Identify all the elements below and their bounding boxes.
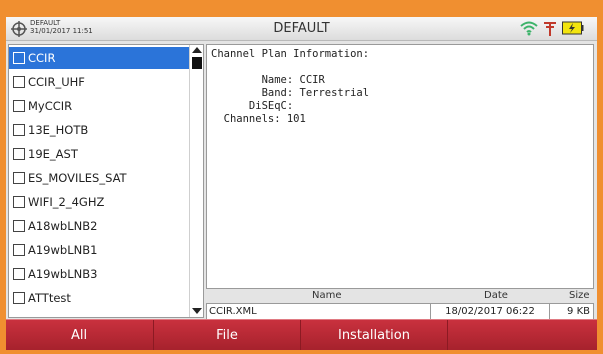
battery-icon bbox=[562, 21, 584, 35]
checkbox[interactable] bbox=[13, 124, 25, 136]
checkbox[interactable] bbox=[13, 220, 25, 232]
channel-plan-info-panel: Channel Plan Information: Name: CCIR Ban… bbox=[206, 44, 594, 289]
list-item-label: A18wbLNB2 bbox=[28, 219, 98, 233]
column-name-header: Name bbox=[312, 290, 342, 301]
screen-title: DEFAULT bbox=[273, 21, 330, 36]
list-item-label: WIFI_2_4GHZ bbox=[28, 195, 105, 209]
file-name: CCIR.XML bbox=[209, 306, 257, 317]
table-row[interactable]: CCIR.XML 18/02/2017 06:22 9 KB bbox=[206, 303, 594, 320]
softkey-installation-button[interactable]: Installation bbox=[300, 320, 447, 350]
list-item[interactable]: ATTtest bbox=[9, 287, 189, 309]
antenna-icon bbox=[544, 22, 556, 36]
list-item-label: ES_MOVILES_SAT bbox=[28, 171, 127, 185]
list-item-label: 19E_AST bbox=[28, 147, 78, 161]
checkbox[interactable] bbox=[13, 52, 25, 64]
checkbox[interactable] bbox=[13, 148, 25, 160]
softkey-empty-button[interactable] bbox=[447, 320, 594, 350]
checkbox[interactable] bbox=[13, 172, 25, 184]
checkbox[interactable] bbox=[13, 292, 25, 304]
softkey-all-button[interactable]: All bbox=[6, 320, 152, 350]
list-item[interactable]: 13E_HOTB bbox=[9, 119, 189, 141]
list-item-label: 13E_HOTB bbox=[28, 123, 89, 137]
softkey-bar: All File Installation bbox=[6, 319, 597, 350]
checkbox[interactable] bbox=[13, 100, 25, 112]
list-item[interactable]: CCIR_UHF bbox=[9, 71, 189, 93]
list-item[interactable]: CCIR bbox=[9, 47, 189, 69]
scroll-up-icon[interactable] bbox=[192, 47, 202, 53]
list-item[interactable]: ES_MOVILES_SAT bbox=[9, 167, 189, 189]
list-item[interactable]: WIFI_2_4GHZ bbox=[9, 191, 189, 213]
checkbox[interactable] bbox=[13, 268, 25, 280]
checkbox[interactable] bbox=[13, 244, 25, 256]
list-item[interactable]: A19wbLNB1 bbox=[9, 239, 189, 261]
list-item-label: ATTtest bbox=[28, 291, 71, 305]
file-size: 9 KB bbox=[567, 306, 590, 317]
scroll-thumb[interactable] bbox=[192, 57, 202, 69]
wifi-icon bbox=[520, 21, 538, 36]
channel-plan-info-text: Channel Plan Information: Name: CCIR Ban… bbox=[211, 48, 370, 125]
list-item[interactable]: A19wbLNB3 bbox=[9, 263, 189, 285]
file-table-header: Name Date Size bbox=[206, 289, 594, 303]
device-screen: DEFAULT 31/01/2017 11:51 DEFAULT CCIR CC… bbox=[6, 17, 597, 350]
list-item-label: CCIR bbox=[28, 51, 56, 65]
checkbox[interactable] bbox=[13, 76, 25, 88]
channel-plan-list[interactable]: CCIR CCIR_UHF MyCCIR 13E_HOTB 19E_AST ES… bbox=[8, 44, 204, 318]
status-bar: DEFAULT 31/01/2017 11:51 DEFAULT bbox=[6, 17, 597, 41]
scroll-down-icon[interactable] bbox=[192, 308, 202, 314]
checkbox[interactable] bbox=[13, 196, 25, 208]
list-item[interactable]: 19E_AST bbox=[9, 143, 189, 165]
softkey-file-button[interactable]: File bbox=[153, 320, 300, 350]
scrollbar[interactable] bbox=[189, 45, 203, 317]
list-item[interactable]: MyCCIR bbox=[9, 95, 189, 117]
column-size-header: Size bbox=[569, 290, 590, 301]
list-item-label: A19wbLNB3 bbox=[28, 267, 98, 281]
file-date: 18/02/2017 06:22 bbox=[430, 304, 550, 319]
list-item-label: MyCCIR bbox=[28, 99, 73, 113]
list-item-label: A19wbLNB1 bbox=[28, 243, 98, 257]
list-item[interactable]: A18wbLNB2 bbox=[9, 215, 189, 237]
column-date-header: Date bbox=[484, 290, 508, 301]
list-item-label: CCIR_UHF bbox=[28, 75, 85, 89]
